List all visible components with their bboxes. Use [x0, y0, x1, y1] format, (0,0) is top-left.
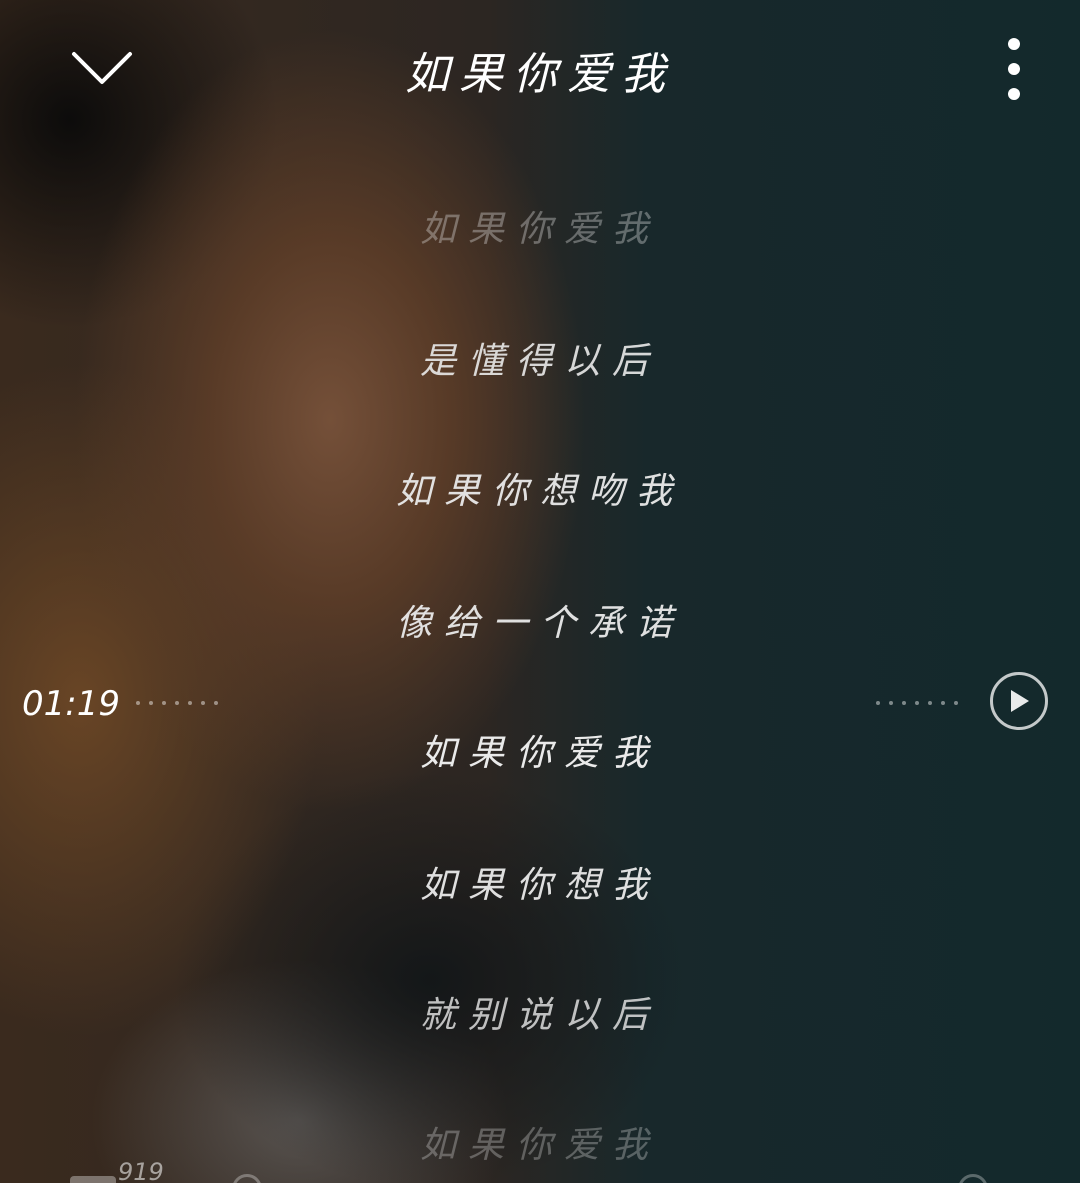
- seek-dot: [214, 701, 218, 705]
- seek-dots-right: [876, 701, 958, 705]
- lyric-line: 是懂得以后: [419, 341, 660, 382]
- play-from-here-button[interactable]: [990, 672, 1048, 730]
- lyric-seek-line: 01:19: [0, 670, 1080, 736]
- seek-dot: [876, 701, 880, 705]
- more-dot: [1008, 63, 1020, 75]
- lyric-line: 就别说以后: [419, 995, 660, 1036]
- song-title: 如果你爱我: [405, 49, 675, 100]
- chevron-down-icon: [72, 52, 132, 84]
- lyric-line: 如果你想我: [419, 865, 660, 906]
- comment-count: 919: [118, 1158, 164, 1186]
- lyric-line: 如果你爱我: [419, 1125, 660, 1166]
- lyric-line: 如果你想吻我: [395, 471, 684, 512]
- more-vertical-icon: [1008, 38, 1020, 50]
- seek-dot: [136, 701, 140, 705]
- seek-dot: [201, 701, 205, 705]
- seek-dot: [915, 701, 919, 705]
- seek-dot: [928, 701, 932, 705]
- lyric-line: 如果你爱我: [419, 209, 660, 250]
- bottom-control-partial[interactable]: [958, 1174, 988, 1204]
- lyric-line: 像给一个承诺: [395, 603, 684, 644]
- seek-dot: [941, 701, 945, 705]
- seek-dot: [188, 701, 192, 705]
- seek-dot: [162, 701, 166, 705]
- play-icon: [1011, 690, 1029, 712]
- seek-dot: [954, 701, 958, 705]
- seek-dots-left: [136, 701, 218, 705]
- seek-time: 01:19: [22, 684, 120, 724]
- more-options-button[interactable]: [990, 38, 1038, 100]
- seek-dot: [149, 701, 153, 705]
- seek-dot: [175, 701, 179, 705]
- more-dot: [1008, 88, 1020, 100]
- bottom-control-partial[interactable]: [70, 1176, 116, 1183]
- bottom-control-partial[interactable]: [232, 1174, 262, 1204]
- collapse-button[interactable]: [62, 38, 142, 98]
- header-bar: 如果你爱我: [0, 0, 1080, 140]
- seek-dot: [889, 701, 893, 705]
- seek-dot: [902, 701, 906, 705]
